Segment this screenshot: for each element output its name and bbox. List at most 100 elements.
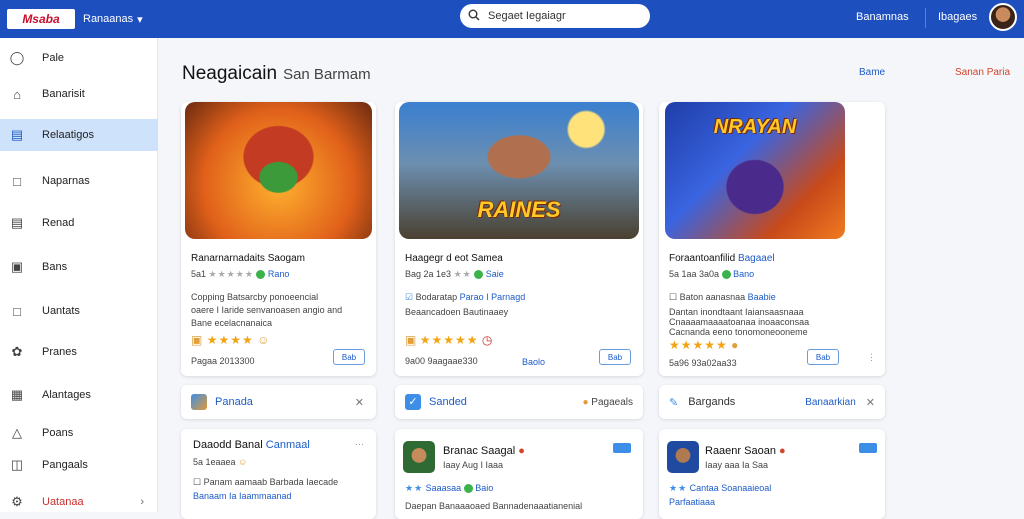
- sidebar-item-label: Uatanaa: [42, 496, 84, 508]
- rating-badge: Saie: [485, 269, 504, 279]
- list-card-title-text: Daaodd Banal: [193, 439, 263, 451]
- sidebar-item-pale[interactable]: ◯ Pale: [0, 42, 158, 74]
- page-title: Neagaicain San Barmam: [182, 63, 371, 85]
- card-description: Cnaaaamaaaatoanaa inoaaconsaa: [669, 317, 810, 327]
- game-title: Haagegr d eot Samea: [405, 253, 503, 264]
- game-card[interactable]: NRAYAN Foraantoanfilid Bagaael 5a 1aa 3a…: [659, 102, 885, 376]
- sidebar-item-home[interactable]: ⌂ Banarisit: [0, 78, 158, 110]
- rating-row: 5a1 ★★★★★ Rano: [191, 269, 289, 280]
- install-button[interactable]: Bab: [333, 349, 365, 365]
- header-link-left[interactable]: Bame: [859, 67, 885, 78]
- game-title: Ranarnarnadaits Saogam: [191, 253, 305, 264]
- sidebar-item-label: Naparnas: [42, 175, 90, 187]
- close-icon[interactable]: ✕: [866, 396, 875, 409]
- list-card-tag2: Baio: [475, 483, 494, 493]
- sidebar-item-alantages[interactable]: ▦ Alantages: [0, 379, 158, 411]
- list-card[interactable]: Daaodd Banal Canmaal ⋯ 5a 1eaaea ☺ ☐ Pan…: [181, 429, 376, 519]
- card-description: Copping Batsarcby ponoeencial: [191, 292, 319, 302]
- workspace-name: Ranaanas: [83, 13, 134, 25]
- coin-icon: ●: [582, 396, 589, 408]
- sidebar-item-label: Poans: [42, 427, 74, 439]
- chevron-down-icon: ▾: [137, 13, 143, 26]
- list-card[interactable]: Raaenr Saoan ● Iaay aaa Ia Saa ★★ Cantaa…: [659, 429, 885, 519]
- sidebar-item-label: Pangaals: [42, 459, 88, 471]
- list-card-title-text: Branac Saagal: [443, 445, 516, 457]
- top-bar: Msaba Ranaanas ▾ Segaet Iegaiagr Banamna…: [0, 0, 1024, 38]
- filter-chip[interactable]: ✎ Bargands Banaarkian ✕: [659, 385, 885, 419]
- verified-icon: [256, 270, 266, 280]
- rating-badge: Bano: [733, 269, 755, 279]
- filter-chip[interactable]: Panada ✕: [181, 385, 376, 419]
- home-icon: ⌂: [13, 86, 21, 102]
- rating-badge: Rano: [267, 269, 290, 279]
- more-icon[interactable]: ⋮: [867, 352, 876, 363]
- game-art-title: NRAYAN: [713, 116, 797, 138]
- price-text: 9a00 9aagaae330: [405, 356, 478, 366]
- list-card[interactable]: Branac Saagal ● Iaay Aug I Iaaa ★★ Saaas…: [395, 429, 643, 519]
- search-icon: [468, 9, 480, 24]
- list-card-subtitle: Iaay aaa Ia Saa: [705, 460, 769, 470]
- flame-icon: ●: [518, 445, 525, 457]
- author-name: Bodaratap: [415, 292, 458, 302]
- rating-row: 5a 1aa 3a0a Bano: [669, 269, 755, 280]
- sidebar: ◯ Pale ⌂ Banarisit ▤ Relaatigos □ Naparnas ▤…: [0, 38, 158, 512]
- search-input[interactable]: Segaet Iegaiagr: [488, 10, 566, 22]
- price-text: Pagaa 2013300: [191, 356, 255, 366]
- grid-icon: ▦: [10, 387, 24, 402]
- game-art-image: NRAYAN: [665, 102, 845, 239]
- sidebar-item-renad[interactable]: ▤ Renad: [0, 207, 158, 239]
- install-button[interactable]: Bab: [599, 349, 631, 365]
- game-thumbnail: [667, 441, 699, 473]
- wrench-icon: ✎: [669, 396, 679, 409]
- game-title-text: Foraantoanfilid: [669, 253, 736, 264]
- sidebar-item-uantats[interactable]: □ Uantats: [0, 295, 158, 327]
- rating-row: ★★ Saaasaa Baio: [405, 483, 493, 494]
- game-card[interactable]: RAINES Haagegr d eot Samea Bag 2a 1e3 ★★…: [395, 102, 643, 376]
- more-icon[interactable]: ⋯: [355, 439, 364, 450]
- list-card-description: Daepan Banaaaoaed Bannadenaaatianenial: [405, 501, 583, 511]
- top-link-primary[interactable]: Banamnas: [856, 11, 909, 23]
- author-row: ☑ Bodaratap Parao I Parnagd: [405, 292, 525, 303]
- author-name: Baton aanasnaa: [679, 292, 746, 302]
- list-card-badge: Canmaal: [265, 439, 310, 451]
- sidebar-item-naparnas[interactable]: □ Naparnas: [0, 165, 158, 197]
- search-bar[interactable]: Segaet Iegaiagr: [460, 4, 650, 28]
- card-description: oaere I Iaride senvanoasen angio and: [191, 305, 343, 315]
- sidebar-item-bans[interactable]: ▣ Bans: [0, 251, 158, 283]
- sidebar-item-pranes[interactable]: ✿ Pranes: [0, 336, 158, 368]
- sidebar-item-label: Uantats: [42, 305, 80, 317]
- filter-chip[interactable]: ✓ Sanded ● Pagaeals: [395, 385, 643, 419]
- filter-chip-label: Panada: [215, 396, 253, 408]
- emoji-icon: ☺: [238, 457, 248, 467]
- user-icon: △: [12, 425, 22, 440]
- sidebar-item-label: Pale: [42, 52, 65, 64]
- sidebar-item-relations[interactable]: ▤ Relaatigos: [0, 119, 158, 151]
- rating-row: Bag 2a 1e3 ★★ Saie: [405, 269, 504, 280]
- list-card-title-text: Raaenr Saoan: [705, 445, 776, 457]
- map-pin-icon: ◯: [9, 50, 25, 65]
- game-card[interactable]: Ranarnarnadaits Saogam 5a1 ★★★★★ Rano Co…: [181, 102, 376, 376]
- divider: [925, 8, 926, 28]
- status-badge: [859, 443, 877, 453]
- inbox-icon: ▣: [10, 259, 24, 274]
- list-card-meta: Parfaatiaaa: [669, 497, 716, 507]
- check-icon: ✓: [405, 394, 421, 410]
- top-link-secondary[interactable]: Ibagaes: [938, 11, 977, 23]
- header-link-right[interactable]: Sanan Paria: [955, 67, 1010, 78]
- sidebar-item-poans[interactable]: △ Poans: [0, 417, 158, 449]
- filter-chip-extra: ● Pagaeals: [582, 397, 633, 408]
- verified-icon: [463, 484, 473, 494]
- details-link[interactable]: Baolo: [522, 357, 545, 367]
- author-tag: Baabie: [747, 292, 776, 302]
- workspace-switcher[interactable]: Ranaanas ▾: [83, 13, 143, 26]
- sidebar-item-pangaals[interactable]: ◫ Pangaals: [0, 449, 158, 481]
- price-text: 5a96 93a02aa33: [669, 358, 737, 368]
- avatar[interactable]: [989, 3, 1017, 31]
- sidebar-item-settings[interactable]: ⚙ Uatanaa ›: [0, 486, 158, 518]
- install-button[interactable]: Bab: [807, 349, 839, 365]
- star-rating: ▣ ★★★★★ ◷: [405, 333, 493, 347]
- checkbox-icon: ☐: [669, 292, 678, 302]
- sidebar-item-label: Bans: [42, 261, 68, 273]
- app-logo[interactable]: Msaba: [7, 9, 75, 29]
- close-icon[interactable]: ✕: [355, 396, 364, 409]
